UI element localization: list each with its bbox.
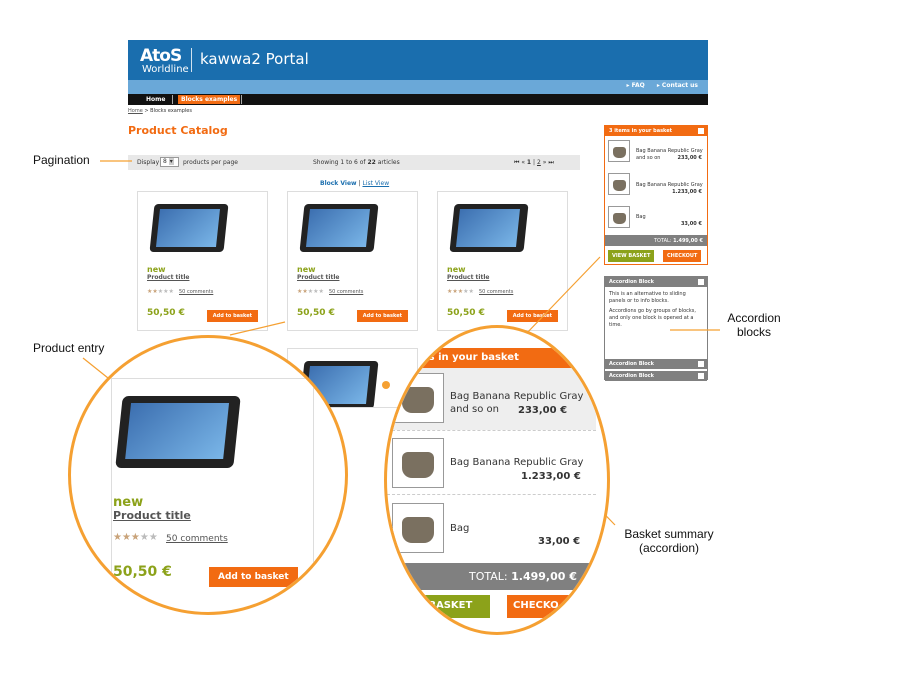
zoomed-comments-link[interactable]: 50 comments [166,534,228,544]
zoomed-bag-thumbnail [392,373,444,423]
zoomed-item-price: 233,00 € [518,405,568,416]
zoomed-new-badge: new [113,495,144,510]
pagination-annotation: Pagination [33,153,90,167]
product-entry-annotation: Product entry [33,341,105,355]
accordion-annotation-line2: blocks [736,325,771,339]
zoomed-checkout-button[interactable]: CHECKO [507,595,587,618]
basket-annotation-line2: (accordion) [638,541,700,555]
accordion-annotation-line1: Accordion [727,311,781,325]
zoomed-bag-thumbnail [392,438,444,488]
zoomed-item-name: Bag [450,523,470,534]
zoomed-add-to-basket-button[interactable]: Add to basket [209,567,298,587]
zoomed-bag-thumbnail [392,503,444,553]
accordion-annotation: Accordion blocks [724,311,784,339]
zoomed-item-price: 1.233,00 € [521,471,581,482]
zoomed-tablet-image [115,396,241,468]
zoomed-total-value: 1.499,00 € [511,570,577,583]
zoomed-basket-header: tens in your basket [387,348,607,368]
basket-zoom-circle: tens in your basket Bag Banana Republic … [384,325,610,635]
zoomed-item-name: Bag Banana Republic Gray [450,457,584,468]
zoomed-total-label: TOTAL: [469,570,508,583]
product-zoom-circle: new Product title ★★★★★ 50 comments 50,5… [68,335,348,615]
zoomed-product-title[interactable]: Product title [113,509,191,522]
zoomed-item-price: 33,00 € [538,536,581,547]
zoomed-price: 50,50 € [113,564,172,580]
zoomed-view-basket-button[interactable]: EW BASKET [387,595,490,618]
zoomed-item-name-line2: and so on [450,404,499,415]
zoomed-total-bar: TOTAL: 1.499,00 € [387,563,607,590]
zoomed-item-name: Bag Banana Republic Gray [450,391,584,402]
basket-annotation: Basket summary (accordion) [614,527,724,555]
zoomed-rating-stars: ★★★★★ [113,532,158,543]
basket-annotation-line1: Basket summary [624,527,714,541]
